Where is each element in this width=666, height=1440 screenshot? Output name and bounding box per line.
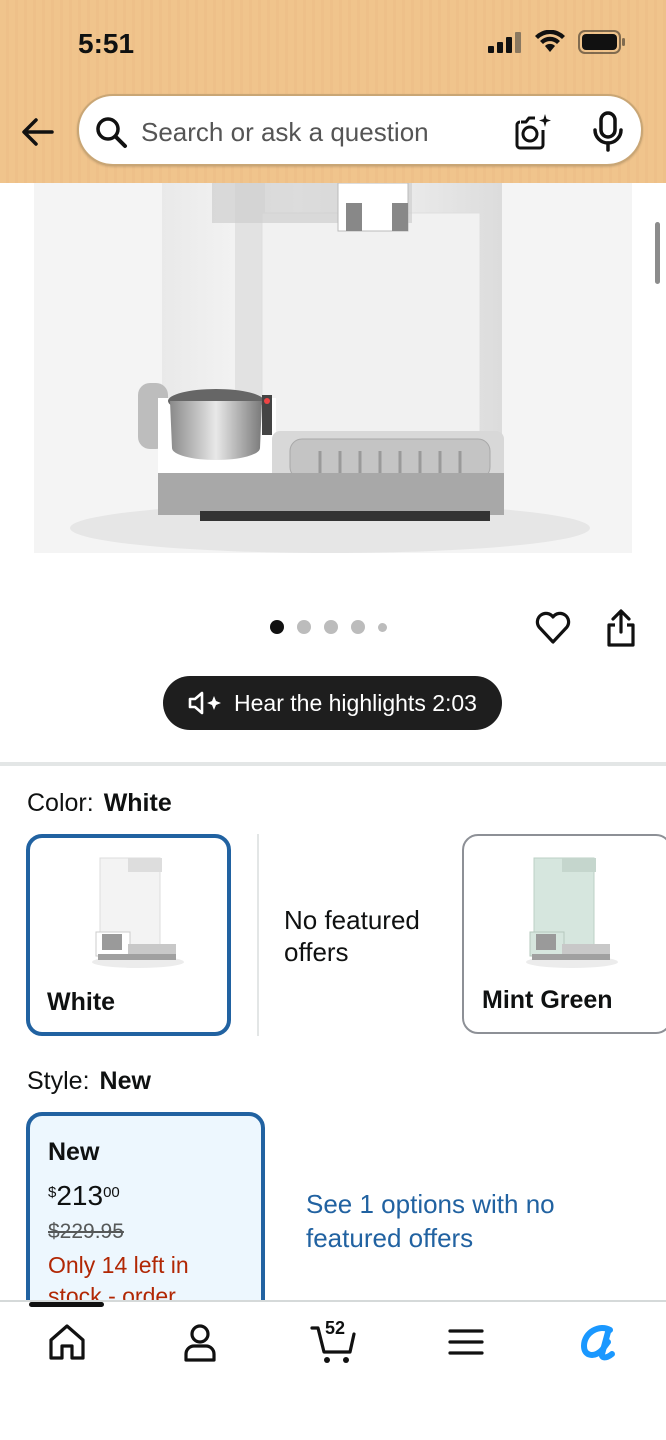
price-currency: $ [48, 1184, 57, 1201]
price: $21300 [48, 1180, 120, 1212]
carousel-dot[interactable] [297, 620, 311, 634]
product-page: 5:51 Search or ask a question Hear the h… [0, 0, 666, 1440]
search-bar[interactable]: Search or ask a question [77, 94, 643, 166]
color-option-mint-green[interactable]: Mint Green [462, 834, 666, 1034]
header: 5:51 Search or ask a question [0, 0, 666, 183]
see-options-link[interactable]: See 1 options with no featured offers [306, 1187, 606, 1255]
color-label-row: Color: White [27, 789, 172, 818]
price-whole: 213 [56, 1180, 104, 1211]
color-option-label: Mint Green [482, 986, 613, 1014]
vertical-separator [257, 834, 259, 1036]
signal-icon [488, 32, 521, 53]
carousel-dot[interactable] [324, 620, 338, 634]
menu-icon[interactable] [444, 1320, 488, 1364]
speaker-sparkle-icon [188, 691, 222, 715]
color-selected-value: White [103, 789, 172, 817]
hear-highlights-label: Hear the highlights 2:03 [234, 689, 477, 716]
carousel-dot[interactable] [270, 620, 284, 634]
color-option-label: White [47, 988, 116, 1016]
status-icons [488, 30, 626, 54]
color-label: Color: [27, 789, 94, 817]
hear-highlights-button[interactable]: Hear the highlights 2:03 [163, 676, 502, 730]
price-fraction: 00 [103, 1184, 120, 1201]
search-input[interactable]: Search or ask a question [141, 117, 429, 148]
back-arrow-icon[interactable] [18, 112, 58, 152]
account-icon[interactable] [178, 1320, 222, 1364]
style-label-row: Style: New [27, 1067, 151, 1096]
microphone-icon[interactable] [591, 110, 625, 152]
list-price: $229.95 [48, 1220, 124, 1243]
mint-green-variant-thumbnail [526, 857, 618, 968]
active-tab-indicator [29, 1302, 104, 1307]
style-option-title: New [48, 1138, 100, 1166]
style-label: Style: [27, 1067, 90, 1095]
white-variant-thumbnail [92, 857, 184, 968]
scroll-indicator[interactable] [655, 222, 660, 284]
rufus-assistant-icon[interactable] [576, 1320, 622, 1364]
product-photo [34, 183, 632, 553]
home-icon[interactable] [45, 1320, 89, 1364]
no-featured-offers-text: No featured offers [284, 905, 420, 967]
search-icon [96, 117, 127, 148]
camera-lens-icon[interactable] [513, 112, 553, 152]
wifi-icon [535, 30, 565, 52]
cart-count-badge: 52 [325, 1318, 346, 1338]
battery-icon [578, 30, 625, 54]
carousel-dot[interactable] [378, 622, 387, 632]
color-option-white[interactable]: White [26, 834, 231, 1036]
image-carousel-dots[interactable] [270, 620, 387, 634]
style-selected-value: New [99, 1067, 151, 1095]
heart-icon[interactable] [534, 608, 572, 646]
share-icon[interactable] [604, 608, 638, 648]
carousel-dot[interactable] [351, 620, 365, 634]
style-option-new[interactable]: New $21300 $229.95 Only 14 left in stock… [26, 1112, 265, 1322]
status-time: 5:51 [78, 28, 135, 59]
section-divider [0, 762, 666, 766]
product-image[interactable] [0, 183, 666, 573]
bottom-nav: 52 [0, 1300, 666, 1440]
